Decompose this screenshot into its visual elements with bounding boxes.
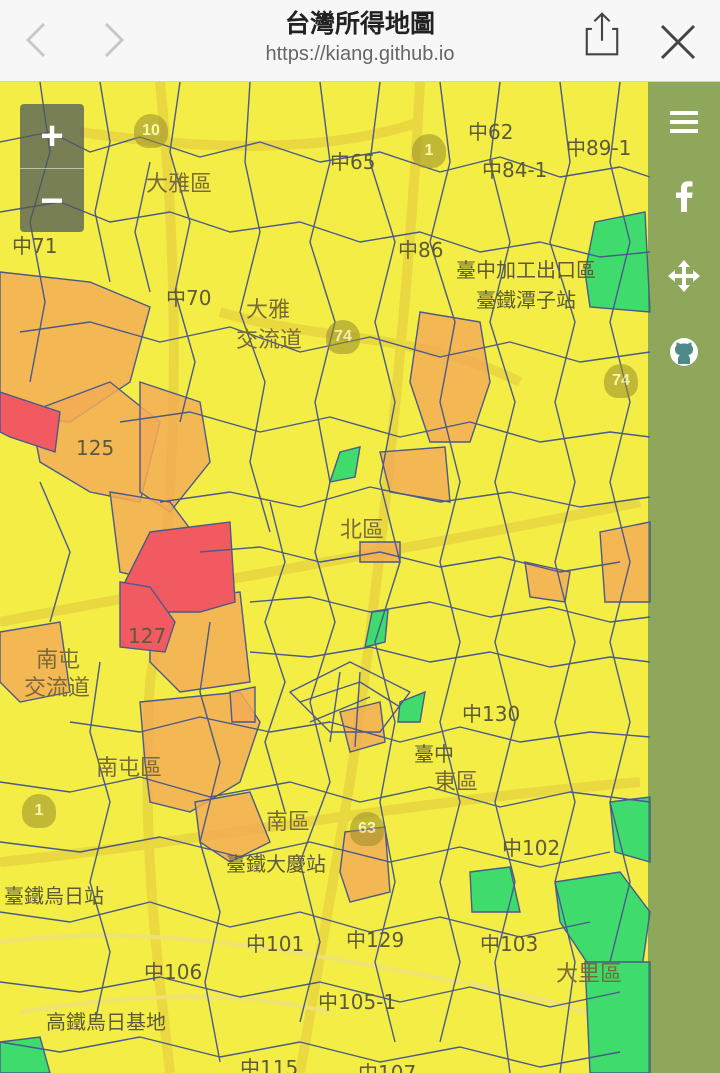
- route-1-shield: 1: [412, 134, 446, 168]
- label-export-zone: 臺中加工出口區: [456, 258, 596, 282]
- label-c129: 中129: [346, 928, 405, 952]
- label-c101: 中101: [246, 932, 305, 956]
- income-map[interactable]: 大雅區 大雅 交流道 南屯區 南屯 交流道 東區 南區 北區 大里區 臺中 臺鐵…: [0, 82, 720, 1073]
- label-east-district: 東區: [434, 770, 479, 795]
- share-icon[interactable]: [580, 12, 628, 64]
- label-north-district: 北區: [340, 518, 385, 543]
- label-daya-interchange: 大雅: [246, 298, 291, 323]
- label-c106: 中106: [144, 960, 203, 984]
- label-c127: 127: [128, 624, 167, 648]
- browser-top-bar: 台灣所得地圖 https://kiang.github.io: [0, 0, 720, 82]
- route-1b-shield: 1: [22, 794, 56, 828]
- label-c125: 125: [76, 436, 115, 460]
- route-10-shield: 10: [134, 114, 168, 148]
- label-nantun-district: 南屯區: [96, 756, 163, 781]
- label-c107: 中107: [358, 1061, 417, 1073]
- route-63-shield: 63: [350, 812, 384, 846]
- move-icon[interactable]: [648, 248, 720, 304]
- label-c89-1: 中89-1: [566, 136, 632, 160]
- zoom-control: + −: [20, 104, 84, 232]
- label-c130: 中130: [462, 702, 521, 726]
- back-icon[interactable]: [14, 18, 58, 62]
- label-c65: 中65: [330, 150, 376, 174]
- page-title: 台灣所得地圖: [284, 10, 435, 38]
- label-daya-interchange-2: 交流道: [236, 328, 303, 353]
- github-icon[interactable]: [648, 324, 720, 380]
- title-area: 台灣所得地圖 https://kiang.github.io: [160, 8, 560, 68]
- label-south-district: 南區: [266, 810, 311, 835]
- label-daya-district: 大雅區: [146, 172, 213, 197]
- label-c103: 中103: [480, 932, 539, 956]
- label-taichung-station: 臺中: [414, 742, 454, 766]
- label-daqing-station: 臺鐵大慶站: [226, 852, 326, 876]
- label-c84-1: 中84-1: [482, 158, 548, 182]
- label-c102: 中102: [502, 836, 561, 860]
- menu-icon[interactable]: [648, 94, 720, 150]
- page-url[interactable]: https://kiang.github.io: [160, 40, 560, 68]
- zoom-out-button[interactable]: −: [20, 168, 84, 233]
- close-icon[interactable]: [656, 18, 700, 62]
- label-c86: 中86: [398, 238, 444, 262]
- label-nantun-interchange-2: 交流道: [24, 676, 91, 701]
- route-74-shield: 74: [326, 320, 360, 354]
- label-c70: 中70: [166, 286, 212, 310]
- label-wuri-station: 臺鐵烏日站: [4, 884, 104, 908]
- forward-icon[interactable]: [92, 18, 136, 62]
- label-c115: 中115: [240, 1056, 299, 1073]
- side-toolbar: [648, 82, 720, 1073]
- label-wuri-base: 高鐵烏日基地: [46, 1010, 166, 1034]
- facebook-icon[interactable]: [648, 168, 720, 224]
- zoom-in-button[interactable]: +: [20, 104, 84, 168]
- label-c105-1: 中105-1: [318, 990, 397, 1014]
- label-dali-district: 大里區: [556, 962, 623, 987]
- route-74b-shield: 74: [604, 364, 638, 398]
- label-c71: 中71: [12, 234, 58, 258]
- label-c62: 中62: [468, 120, 514, 144]
- label-tanzi-station: 臺鐵潭子站: [476, 288, 576, 312]
